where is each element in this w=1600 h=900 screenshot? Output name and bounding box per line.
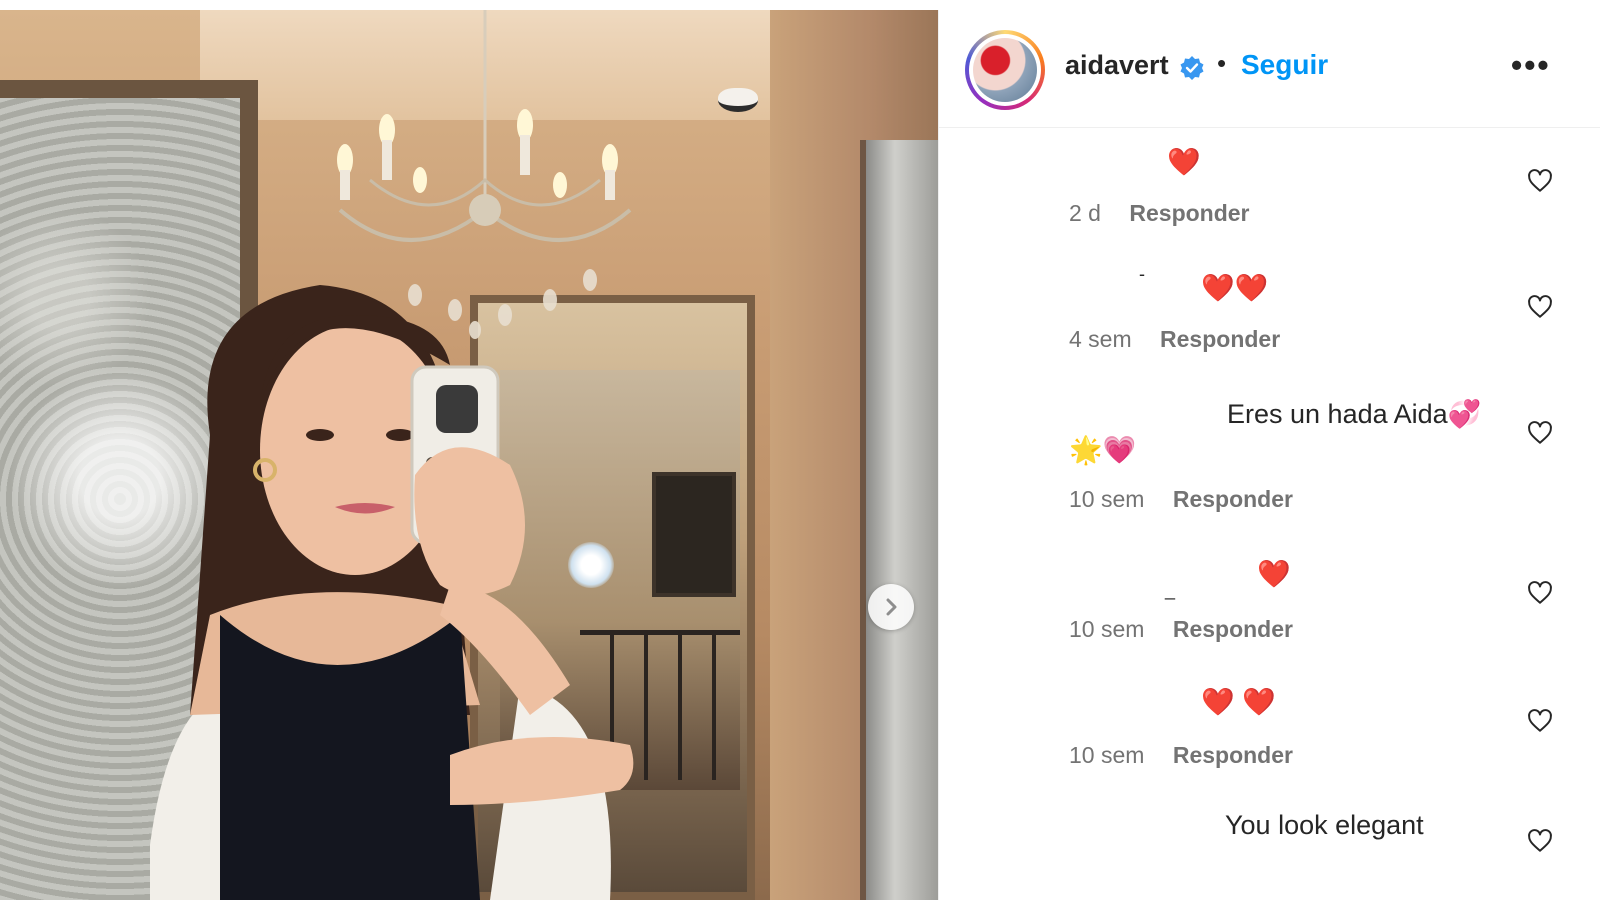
comment-age: 2 d [1069, 200, 1101, 226]
comment-text: ❤️ [1257, 559, 1291, 589]
comments-list: ❤️ 2 d Responder - ❤️❤️ 4 sem Responder … [939, 128, 1600, 900]
comment-meta: 10 sem Responder [1069, 616, 1293, 643]
username-link[interactable]: aidavert [1065, 50, 1169, 81]
comment-text: ❤️ [1167, 147, 1201, 177]
post-header: aidavert • Seguir ••• [939, 10, 1600, 128]
reply-button[interactable]: Responder [1173, 616, 1293, 642]
comment-text: ❤️❤️ [1201, 273, 1269, 303]
follow-button[interactable]: Seguir [1241, 49, 1328, 81]
reply-button[interactable]: Responder [1173, 742, 1293, 768]
verified-badge-icon [1180, 56, 1204, 80]
heart-outline-icon[interactable] [1527, 708, 1553, 734]
avatar[interactable] [965, 30, 1045, 110]
comment-age: 4 sem [1069, 326, 1132, 352]
avatar-border [969, 34, 1041, 106]
reply-button[interactable]: Responder [1129, 200, 1249, 226]
comment-text-line-2: 🌟💗 [1069, 435, 1137, 465]
comment-meta: 4 sem Responder [1069, 326, 1280, 353]
heart-outline-icon[interactable] [1527, 168, 1553, 194]
comment-meta: 2 d Responder [1069, 200, 1250, 227]
heart-outline-icon[interactable] [1527, 294, 1553, 320]
separator-dot: • [1217, 48, 1227, 78]
comment-meta: 10 sem Responder [1069, 486, 1293, 513]
post-photo [0, 10, 938, 900]
next-image-button[interactable] [868, 584, 914, 630]
woman-selfie [150, 285, 634, 900]
comment-age: 10 sem [1069, 486, 1145, 512]
comment-age: 10 sem [1069, 616, 1145, 642]
comment-username-mark: - [1139, 264, 1145, 284]
chevron-right-icon [886, 598, 897, 616]
comment-age: 10 sem [1069, 742, 1145, 768]
heart-outline-icon[interactable] [1527, 580, 1553, 606]
comment-text: Eres un hada Aida💞 [1227, 399, 1482, 429]
security-camera [718, 88, 758, 112]
comment-text: ❤️ ❤️ [1201, 687, 1276, 717]
heart-outline-icon[interactable] [1527, 828, 1553, 854]
reply-button[interactable]: Responder [1160, 326, 1280, 352]
top-border [0, 0, 1600, 10]
comment-text: You look elegant [1225, 810, 1424, 840]
comment-username-mark: _ [1165, 580, 1176, 600]
more-options-icon[interactable]: ••• [1511, 49, 1551, 81]
avatar-image [973, 38, 1037, 102]
reply-button[interactable]: Responder [1173, 486, 1293, 512]
elevator-door [860, 140, 938, 900]
comment-meta: 10 sem Responder [1069, 742, 1293, 769]
comment-panel: aidavert • Seguir ••• ❤️ 2 d Responder -… [938, 10, 1600, 900]
heart-outline-icon[interactable] [1527, 420, 1553, 446]
